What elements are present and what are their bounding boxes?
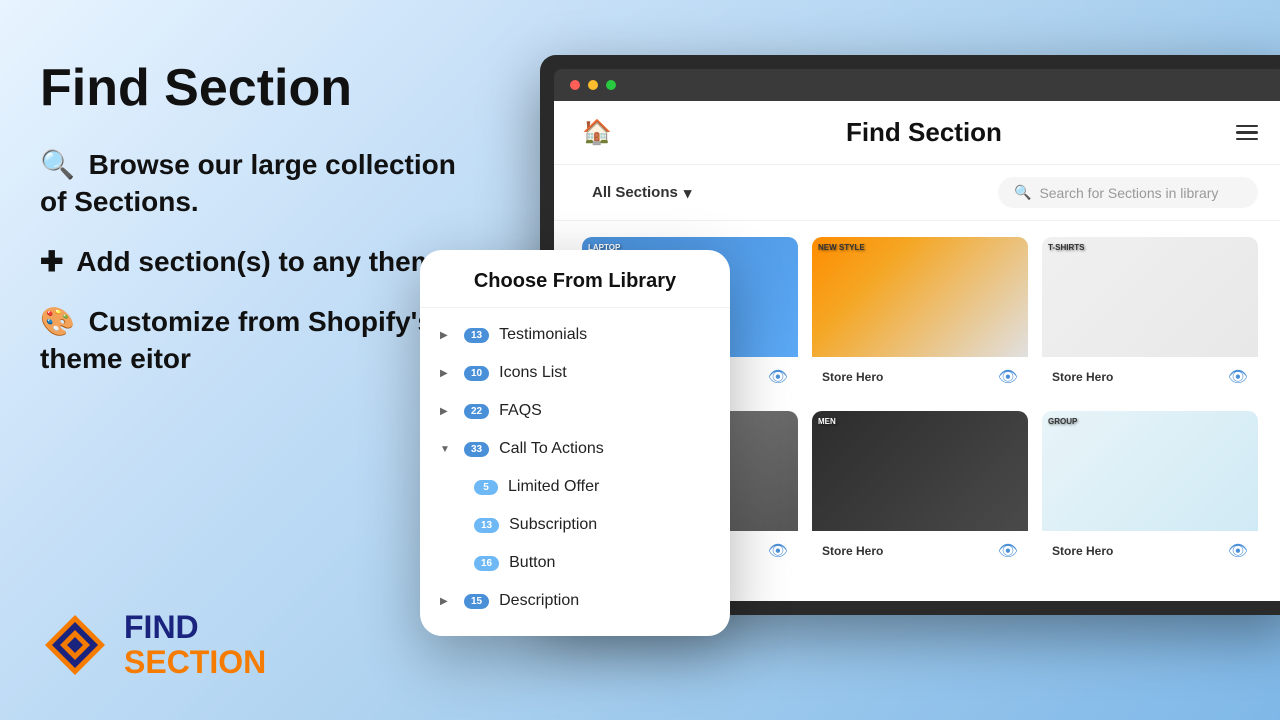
browser-topbar [554, 69, 1280, 101]
palette-icon: 🎨 [40, 306, 75, 337]
count-badge: 33 [464, 442, 489, 457]
list-item-limited-offer[interactable]: 5 Limited Offer [420, 468, 730, 506]
feature-browse: 🔍 Browse our large collection of Section… [40, 147, 460, 220]
card-label: Store Hero [1052, 370, 1113, 384]
home-icon[interactable]: 🏠 [582, 118, 612, 147]
plus-icon: ✚ [40, 246, 63, 277]
card-label: Store Hero [822, 544, 883, 558]
minimize-dot [588, 80, 598, 90]
count-badge: 15 [464, 594, 489, 609]
popup-header: Choose From Library [420, 250, 730, 308]
logo-find: FIND [124, 610, 266, 645]
card-footer: Store Hero 👁 [812, 531, 1028, 571]
page-title: Find Section [40, 60, 460, 117]
chevron-right-icon: ▶ [440, 406, 454, 417]
table-row: GROUP Store Hero 👁 [1042, 411, 1258, 571]
search-icon: 🔍 [1014, 184, 1031, 201]
list-item-call-to-actions[interactable]: ▼ 33 Call To Actions [420, 430, 730, 468]
list-item[interactable]: ▶ 22 FAQS [420, 392, 730, 430]
item-label: Icons List [499, 364, 710, 382]
count-badge: 13 [464, 328, 489, 343]
count-badge: 10 [464, 366, 489, 381]
logo-diamond-icon [40, 610, 110, 680]
count-badge: 16 [474, 556, 499, 571]
card-footer: Store Hero 👁 [1042, 531, 1258, 571]
card-footer: Store Hero 👁 [1042, 357, 1258, 397]
feature-add: ✚ Add section(s) to any theme. [40, 244, 460, 280]
eye-icon[interactable]: 👁 [768, 541, 788, 561]
feature-add-text: ✚ Add section(s) to any theme. [40, 244, 460, 280]
all-sections-button[interactable]: All Sections ▾ [582, 178, 701, 208]
list-item-subscription[interactable]: 13 Subscription [420, 506, 730, 544]
menu-icon[interactable] [1236, 125, 1258, 141]
app-toolbar: All Sections ▾ 🔍 Search for Sections in … [554, 165, 1280, 221]
eye-icon[interactable]: 👁 [998, 367, 1018, 387]
feature-browse-text: 🔍 Browse our large collection of Section… [40, 147, 460, 220]
item-label: FAQS [499, 402, 710, 420]
feature-customize: 🎨 Customize from Shopify's theme eitor [40, 304, 460, 377]
card-thumbnail: GROUP [1042, 411, 1258, 531]
card-footer: Store Hero 👁 [812, 357, 1028, 397]
logo-text: FIND SECTION [124, 610, 266, 680]
library-list: ▶ 13 Testimonials ▶ 10 Icons List ▶ 22 F… [420, 308, 730, 636]
table-row: T-SHIRTS Store Hero 👁 [1042, 237, 1258, 397]
sub-item-label: Button [509, 554, 710, 572]
list-item-button[interactable]: 16 Button [420, 544, 730, 582]
logo-container: FIND SECTION [40, 610, 266, 680]
eye-icon[interactable]: 👁 [1228, 367, 1248, 387]
library-popup: Choose From Library ▶ 13 Testimonials ▶ … [420, 250, 730, 636]
logo-section: SECTION [124, 645, 266, 680]
left-panel: Find Section 🔍 Browse our large collecti… [40, 60, 460, 401]
chevron-down-icon: ▾ [684, 184, 692, 202]
card-thumbnail: T-SHIRTS [1042, 237, 1258, 357]
maximize-dot [606, 80, 616, 90]
search-icon: 🔍 [40, 149, 75, 180]
count-badge: 5 [474, 480, 498, 495]
list-item[interactable]: ▶ 10 Icons List [420, 354, 730, 392]
list-item[interactable]: ▶ 13 Testimonials [420, 316, 730, 354]
card-thumbnail: NEW STYLE [812, 237, 1028, 357]
chevron-down-icon: ▼ [440, 444, 454, 455]
item-label: Testimonials [499, 326, 710, 344]
table-row: NEW STYLE Store Hero 👁 [812, 237, 1028, 397]
close-dot [570, 80, 580, 90]
list-item-description[interactable]: ▶ 15 Description [420, 582, 730, 620]
chevron-right-icon: ▶ [440, 596, 454, 607]
card-thumbnail: MEN [812, 411, 1028, 531]
search-placeholder: Search for Sections in library [1039, 185, 1218, 201]
eye-icon[interactable]: 👁 [1228, 541, 1248, 561]
item-label: Description [499, 592, 710, 610]
chevron-right-icon: ▶ [440, 368, 454, 379]
count-badge: 13 [474, 518, 499, 533]
search-bar[interactable]: 🔍 Search for Sections in library [998, 177, 1258, 208]
item-label: Call To Actions [499, 440, 710, 458]
table-row: MEN Store Hero 👁 [812, 411, 1028, 571]
sub-item-label: Limited Offer [508, 478, 710, 496]
feature-customize-text: 🎨 Customize from Shopify's theme eitor [40, 304, 460, 377]
sub-item-label: Subscription [509, 516, 710, 534]
app-title: Find Section [846, 117, 1002, 148]
chevron-right-icon: ▶ [440, 330, 454, 341]
eye-icon[interactable]: 👁 [768, 367, 788, 387]
eye-icon[interactable]: 👁 [998, 541, 1018, 561]
card-label: Store Hero [1052, 544, 1113, 558]
card-label: Store Hero [822, 370, 883, 384]
count-badge: 22 [464, 404, 489, 419]
app-header: 🏠 Find Section [554, 101, 1280, 165]
